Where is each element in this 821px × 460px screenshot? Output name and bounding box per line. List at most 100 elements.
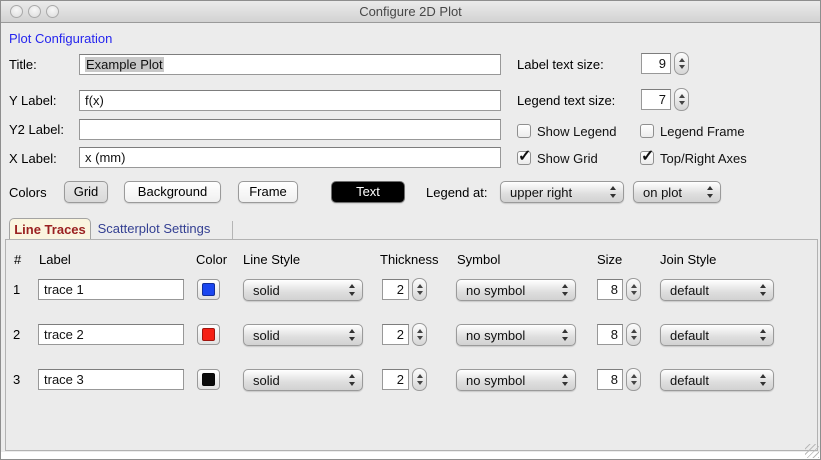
column-header-join-style: Join Style xyxy=(660,252,716,267)
legend-position-dropdown[interactable]: upper right xyxy=(500,181,624,203)
symbol-size-stepper[interactable] xyxy=(626,368,641,391)
background-color-button[interactable]: Background xyxy=(124,181,221,203)
y-label-input[interactable]: f(x) xyxy=(79,90,501,111)
show-grid-label: Show Grid xyxy=(537,151,598,166)
show-legend-checkbox[interactable]: Show Legend xyxy=(517,123,617,139)
thickness-input[interactable]: 2 xyxy=(382,279,409,300)
show-legend-label: Show Legend xyxy=(537,124,617,139)
join-style-dropdown[interactable]: default xyxy=(660,369,774,391)
popup-arrows-icon xyxy=(347,325,357,345)
trace-label-input[interactable]: trace 1 xyxy=(38,279,184,300)
y2-label-input[interactable] xyxy=(79,119,501,140)
popup-arrows-icon xyxy=(560,280,570,300)
popup-arrows-icon xyxy=(758,325,768,345)
frame-color-button[interactable]: Frame xyxy=(238,181,298,203)
window-title: Configure 2D Plot xyxy=(1,4,820,19)
tab-line-traces[interactable]: Line Traces xyxy=(9,218,91,240)
x-label-input-value: x (mm) xyxy=(85,150,125,165)
trace-label-value: trace 3 xyxy=(44,372,84,387)
x-label-input[interactable]: x (mm) xyxy=(79,147,501,168)
trace-label-input[interactable]: trace 2 xyxy=(38,324,184,345)
title-input[interactable]: Example Plot xyxy=(79,54,501,75)
thickness-input[interactable]: 2 xyxy=(382,369,409,390)
color-swatch xyxy=(202,283,215,296)
symbol-dropdown[interactable]: no symbol xyxy=(456,369,576,391)
grid-color-button[interactable]: Grid xyxy=(64,181,108,203)
x-label-field-label: X Label: xyxy=(9,151,57,166)
label-text-size-label: Label text size: xyxy=(517,57,604,72)
symbol-size-input[interactable]: 8 xyxy=(597,279,623,300)
y-label-field-label: Y Label: xyxy=(9,93,56,108)
title-input-value: Example Plot xyxy=(85,57,164,72)
page-title: Plot Configuration xyxy=(9,31,112,46)
line-style-value: solid xyxy=(253,373,280,388)
column-header-thickness: Thickness xyxy=(380,252,439,267)
symbol-size-input[interactable]: 8 xyxy=(597,324,623,345)
legend-placement-dropdown[interactable]: on plot xyxy=(633,181,721,203)
join-style-value: default xyxy=(670,283,709,298)
symbol-value: no symbol xyxy=(466,283,525,298)
symbol-value: no symbol xyxy=(466,373,525,388)
text-color-button[interactable]: Text xyxy=(331,181,405,203)
line-style-dropdown[interactable]: solid xyxy=(243,279,363,301)
legend-frame-checkbox[interactable]: Legend Frame xyxy=(640,123,745,139)
line-style-value: solid xyxy=(253,328,280,343)
thickness-stepper[interactable] xyxy=(412,278,427,301)
column-header-line-style: Line Style xyxy=(243,252,300,267)
legend-at-label: Legend at: xyxy=(426,185,487,200)
legend-text-size-stepper[interactable] xyxy=(674,88,689,111)
legend-placement-value: on plot xyxy=(643,185,682,200)
legend-position-value: upper right xyxy=(510,185,572,200)
trace-color-button[interactable] xyxy=(197,324,220,345)
symbol-dropdown[interactable]: no symbol xyxy=(456,324,576,346)
popup-arrows-icon xyxy=(347,370,357,390)
join-style-value: default xyxy=(670,373,709,388)
thickness-stepper[interactable] xyxy=(412,368,427,391)
y2-label-field-label: Y2 Label: xyxy=(9,122,64,137)
legend-text-size-label: Legend text size: xyxy=(517,93,615,108)
label-text-size-input[interactable]: 9 xyxy=(641,53,671,74)
popup-arrows-icon xyxy=(705,182,715,202)
symbol-size-input[interactable]: 8 xyxy=(597,369,623,390)
column-header-label: Label xyxy=(39,252,71,267)
label-text-size-stepper[interactable] xyxy=(674,52,689,75)
join-style-value: default xyxy=(670,328,709,343)
line-style-dropdown[interactable]: solid xyxy=(243,324,363,346)
legend-text-size-input[interactable]: 7 xyxy=(641,89,671,110)
trace-color-button[interactable] xyxy=(197,279,220,300)
column-header-symbol: Symbol xyxy=(457,252,500,267)
column-header-num: # xyxy=(14,252,21,267)
title-bar: Configure 2D Plot xyxy=(1,1,820,23)
symbol-dropdown[interactable]: no symbol xyxy=(456,279,576,301)
trace-label-input[interactable]: trace 3 xyxy=(38,369,184,390)
checkbox-box xyxy=(640,124,654,138)
join-style-dropdown[interactable]: default xyxy=(660,279,774,301)
color-swatch xyxy=(202,373,215,386)
symbol-size-stepper[interactable] xyxy=(626,278,641,301)
join-style-dropdown[interactable]: default xyxy=(660,324,774,346)
y-label-input-value: f(x) xyxy=(85,93,104,108)
thickness-stepper[interactable] xyxy=(412,323,427,346)
checkbox-box xyxy=(517,124,531,138)
trace-color-button[interactable] xyxy=(197,369,220,390)
symbol-size-stepper[interactable] xyxy=(626,323,641,346)
top-right-axes-checkbox[interactable]: Top/Right Axes xyxy=(640,150,747,166)
trace-label-value: trace 1 xyxy=(44,282,84,297)
colors-label: Colors xyxy=(9,185,47,200)
line-style-dropdown[interactable]: solid xyxy=(243,369,363,391)
tab-divider xyxy=(232,221,233,239)
color-swatch xyxy=(202,328,215,341)
title-field-label: Title: xyxy=(9,57,37,72)
resize-grip[interactable] xyxy=(805,444,819,458)
trace-number: 2 xyxy=(13,327,20,342)
show-grid-checkbox[interactable]: Show Grid xyxy=(517,150,598,166)
popup-arrows-icon xyxy=(560,370,570,390)
trace-number: 1 xyxy=(13,282,20,297)
trace-number: 3 xyxy=(13,372,20,387)
checkbox-box xyxy=(517,151,531,165)
thickness-input[interactable]: 2 xyxy=(382,324,409,345)
symbol-value: no symbol xyxy=(466,328,525,343)
window-bottom-edge xyxy=(1,452,820,460)
popup-arrows-icon xyxy=(560,325,570,345)
tab-scatterplot-settings[interactable]: Scatterplot Settings xyxy=(91,218,217,240)
